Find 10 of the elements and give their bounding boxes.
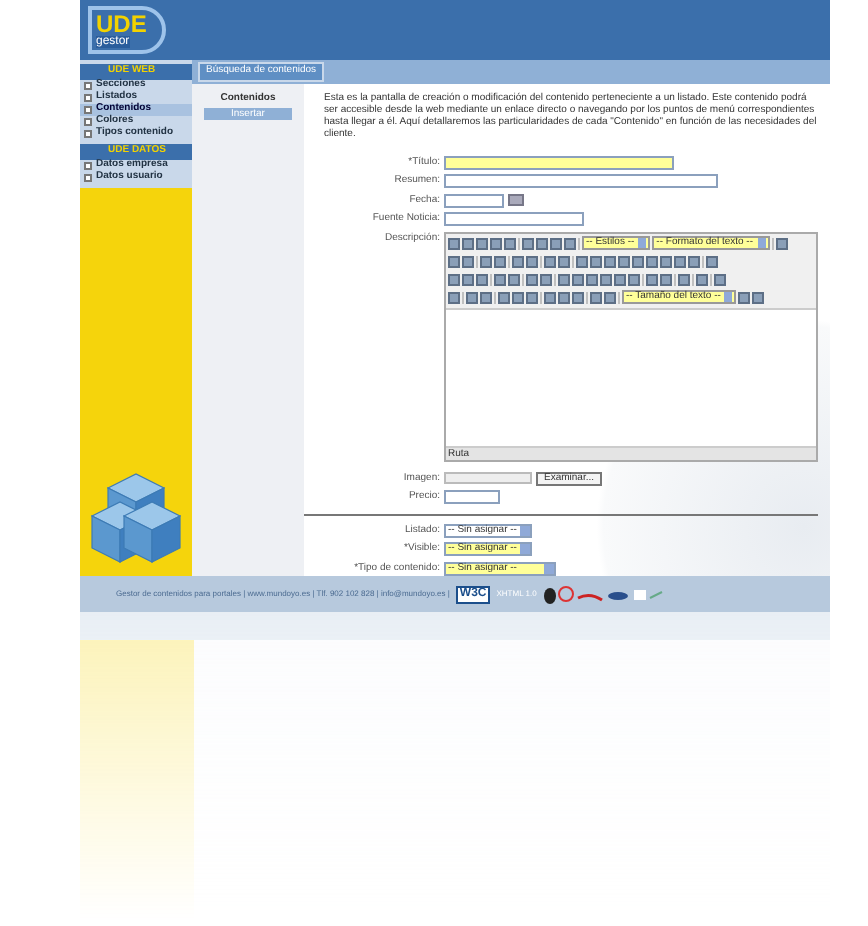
input-field[interactable]	[444, 212, 584, 227]
toolbar-button[interactable]	[775, 237, 788, 249]
calendar-icon[interactable]	[508, 194, 524, 207]
input-field[interactable]	[444, 155, 674, 170]
input-field[interactable]	[444, 193, 504, 208]
input-field[interactable]	[444, 490, 500, 505]
file-field[interactable]	[444, 472, 532, 485]
cubes-drawing	[90, 472, 182, 564]
technology-logos-drawing	[542, 585, 667, 603]
input-field[interactable]	[444, 174, 718, 189]
